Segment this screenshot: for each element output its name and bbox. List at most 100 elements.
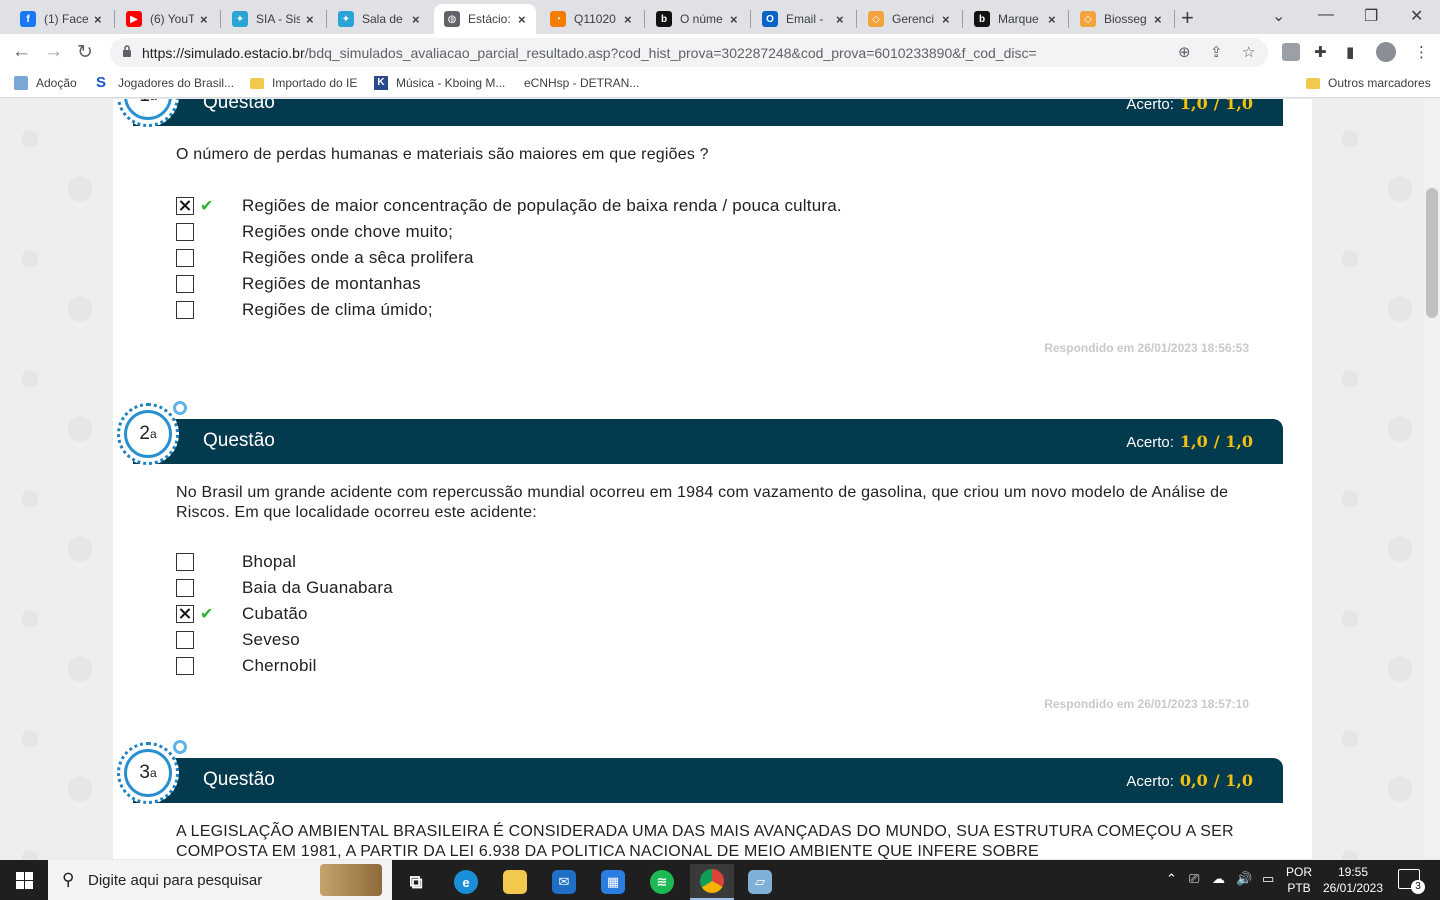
chevron-up-icon[interactable]: ⌃ [1166, 871, 1177, 887]
answer-option[interactable]: ✔ Cubatão [176, 603, 1256, 625]
bookmark-item[interactable]: Importado do IE [250, 76, 357, 90]
browser-tab[interactable]: ✦ SIA - Sis × [222, 4, 324, 34]
search-highlight-image [320, 864, 382, 896]
answer-checkbox[interactable] [176, 579, 194, 597]
answer-option[interactable]: Regiões onde chove muito; [176, 221, 1256, 243]
score-value: 1,0 [1179, 432, 1208, 451]
onedrive-icon[interactable]: ☁ [1212, 871, 1225, 887]
profile-avatar[interactable] [1376, 42, 1396, 62]
reload-icon[interactable]: ↻ [77, 41, 93, 64]
tab-separator [1174, 10, 1175, 28]
address-bar[interactable]: https://simulado.estacio.br/bdq_simulado… [110, 38, 1268, 67]
file-explorer-icon[interactable] [493, 864, 537, 900]
close-icon[interactable]: × [200, 12, 208, 27]
notification-center-icon[interactable]: 3 [1398, 869, 1425, 894]
folder-icon [250, 77, 264, 89]
answer-option[interactable]: Baia da Guanabara [176, 577, 1256, 599]
close-icon[interactable]: × [730, 12, 738, 27]
browser-tab[interactable]: O Email - × [752, 4, 854, 34]
zoom-icon[interactable]: ⊕ [1178, 43, 1191, 61]
minimize-icon[interactable]: — [1318, 6, 1334, 24]
share-icon[interactable]: ⇪ [1210, 43, 1223, 61]
scrollbar-thumb[interactable] [1426, 188, 1438, 318]
answer-option[interactable]: Seveso [176, 629, 1256, 651]
answer-option[interactable]: ✔ Regiões de maior concentração de popula… [176, 195, 1256, 217]
chevron-down-icon[interactable]: ⌄ [1272, 6, 1285, 26]
answer-text: Cubatão [242, 604, 308, 623]
browser-toolbar: ← → ↻ https://simulado.estacio.br/bdq_si… [0, 34, 1440, 70]
browser-tab[interactable]: ◍ Estácio: × [434, 4, 536, 34]
bookmark-item[interactable]: Adoção [14, 76, 77, 90]
browser-tab[interactable]: ▶ (6) YouT × [116, 4, 218, 34]
close-icon[interactable]: × [306, 12, 314, 27]
store-icon[interactable]: ▦ [591, 864, 635, 900]
browser-tab[interactable]: ◇ Gerenci × [858, 4, 960, 34]
windows-start-icon[interactable] [16, 872, 33, 889]
answer-checkbox[interactable] [176, 301, 194, 319]
answer-checkbox[interactable] [176, 631, 194, 649]
tab-separator [750, 10, 751, 28]
close-window-icon[interactable]: ✕ [1410, 6, 1423, 26]
answer-checkbox[interactable] [176, 275, 194, 293]
new-tab-icon[interactable]: + [1181, 5, 1194, 31]
volume-icon[interactable]: 🔊 [1236, 871, 1252, 887]
close-icon[interactable]: × [624, 12, 632, 27]
browser-tab[interactable]: ✦ Sala de × [328, 4, 430, 34]
back-arrow-icon[interactable]: ← [12, 41, 31, 63]
clock[interactable]: 19:55 26/01/2023 [1318, 864, 1388, 896]
star-icon[interactable]: ☆ [1242, 43, 1255, 61]
browser-tab[interactable]: ◇ Biosseg × [1070, 4, 1172, 34]
q-icon: ◔ [550, 11, 566, 27]
answer-option[interactable]: Regiões onde a sêca prolifera [176, 247, 1256, 269]
close-icon[interactable]: × [412, 12, 420, 27]
spotify-icon[interactable]: ≋ [640, 864, 684, 900]
taskbar-search[interactable]: ⚲ Digite aqui para pesquisar [48, 860, 392, 900]
question-header: 1a Questão Acerto: 1,0 / 1,0 [117, 99, 1283, 127]
answer-option[interactable]: Regiões de clima úmido; [176, 299, 1256, 321]
language-indicator[interactable]: POR PTB [1286, 864, 1312, 896]
answer-checkbox[interactable] [176, 249, 194, 267]
score-display: Acerto: 0,0 / 1,0 [1126, 771, 1253, 790]
edge-icon[interactable]: e [444, 864, 488, 900]
answer-option[interactable]: Bhopal [176, 551, 1256, 573]
ordinal: a [149, 427, 157, 441]
answer-checkbox[interactable] [176, 657, 194, 675]
answer-checkbox[interactable] [176, 605, 194, 623]
close-icon[interactable]: × [836, 12, 844, 27]
badge-dot [173, 401, 187, 415]
answer-option[interactable]: Regiões de montanhas [176, 273, 1256, 295]
browser-tab[interactable]: b O núme × [646, 4, 748, 34]
close-icon[interactable]: × [1154, 12, 1162, 27]
browser-tab[interactable]: f (1) Face × [10, 4, 112, 34]
chrome-icon[interactable] [690, 864, 734, 900]
answer-checkbox[interactable] [176, 223, 194, 241]
task-view-icon[interactable]: ⧉ [394, 864, 438, 900]
forward-arrow-icon[interactable]: → [44, 41, 63, 63]
answer-checkbox[interactable] [176, 197, 194, 215]
close-icon[interactable]: × [1048, 12, 1056, 27]
puzzle-icon[interactable]: ✚ [1314, 43, 1327, 61]
tab-title: O núme [680, 12, 723, 26]
page-scrollbar[interactable] [1424, 99, 1440, 859]
sidepanel-icon[interactable]: ▮ [1346, 43, 1354, 61]
question-prompt: A LEGISLAÇÃO AMBIENTAL BRASILEIRA É CONS… [176, 823, 1234, 859]
search-placeholder: Digite aqui para pesquisar [88, 872, 263, 889]
network-icon[interactable]: ▭ [1262, 871, 1274, 887]
close-icon[interactable]: × [94, 12, 102, 27]
notes-app-icon[interactable]: ▱ [738, 864, 782, 900]
bookmark-item[interactable]: S Jogadores do Brasil... [96, 75, 234, 90]
close-icon[interactable]: × [518, 12, 526, 27]
menu-kebab-icon[interactable]: ⋮ [1414, 43, 1429, 61]
close-icon[interactable]: × [942, 12, 950, 27]
browser-tab[interactable]: b Marque × [964, 4, 1066, 34]
other-bookmarks[interactable]: Outros marcadores [1306, 76, 1431, 90]
bookmark-item[interactable]: K Música - Kboing M... [374, 76, 505, 90]
bookmark-item[interactable]: eCNHsp - DETRAN... [524, 76, 639, 90]
restore-icon[interactable]: ❐ [1364, 6, 1378, 26]
extension-pdf-icon[interactable] [1282, 43, 1300, 61]
mail-icon[interactable]: ✉ [542, 864, 586, 900]
answer-checkbox[interactable] [176, 553, 194, 571]
answer-option[interactable]: Chernobil [176, 655, 1256, 677]
browser-tab[interactable]: ◔ Q11020 × [540, 4, 642, 34]
meet-now-icon[interactable]: ⎚ [1189, 871, 1199, 887]
